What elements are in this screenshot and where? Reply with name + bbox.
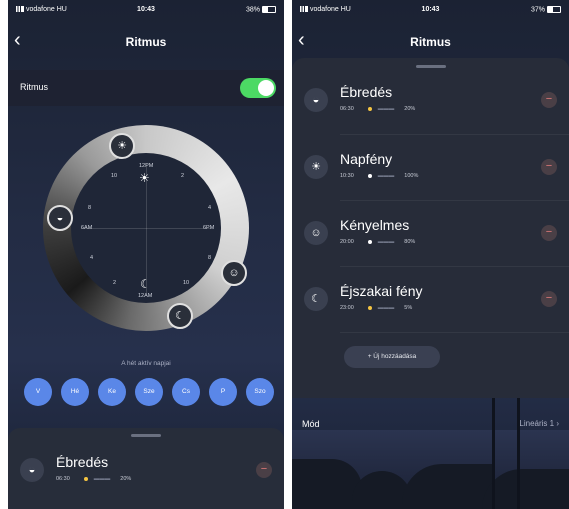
- minus-icon[interactable]: −: [541, 92, 557, 108]
- minus-icon[interactable]: −: [541, 291, 557, 307]
- item-time: 23:00: [340, 305, 354, 311]
- mode-row[interactable]: Mód Lineáris 1 ›: [292, 410, 569, 440]
- item-time: 06:30: [340, 106, 354, 112]
- status-time: 10:43: [137, 6, 155, 13]
- day-toggle[interactable]: Sze: [135, 378, 163, 406]
- day-toggle[interactable]: Hé: [61, 378, 89, 406]
- clock-tick: 4: [90, 255, 94, 261]
- moon-icon: ☾: [304, 287, 328, 311]
- mode-label: Mód: [302, 419, 320, 429]
- nav-bar: ‹ Ritmus: [8, 22, 284, 62]
- clock-label-right: 6PM: [203, 225, 215, 231]
- item-name: Ébredés: [56, 454, 109, 470]
- item-name: Napfény: [340, 151, 393, 167]
- item-time: 10:30: [340, 173, 354, 179]
- sheet-handle[interactable]: [415, 65, 446, 68]
- page-title: Ritmus: [410, 35, 451, 49]
- list-item[interactable]: ☺ Kényelmes 20:00 ▬▬▬ 80% −: [292, 203, 569, 267]
- day-toggle[interactable]: V: [24, 378, 52, 406]
- day-toggle[interactable]: Cs: [172, 378, 200, 406]
- sunrise-icon: ◒: [20, 458, 44, 482]
- right-screen: vodafone HU 10:43 37% ‹ Ritmus ◒ Ébredés…: [292, 0, 569, 509]
- list-item[interactable]: ◒ Ébredés 06:30 ▬▬▬ 20% −: [8, 440, 284, 504]
- moon-icon[interactable]: ☾: [167, 303, 193, 329]
- clock-tick: 4: [208, 205, 212, 211]
- clock-tick: 8: [88, 205, 92, 211]
- item-name: Kényelmes: [340, 217, 410, 233]
- sun-icon: ☀: [304, 155, 328, 179]
- item-level: 20%: [404, 106, 416, 112]
- clock-tick: 10: [111, 173, 118, 179]
- schedule-sheet: ◒ Ébredés 06:30 ▬▬▬ 20% −: [8, 428, 284, 509]
- day-toggle[interactable]: P: [209, 378, 237, 406]
- item-time: 06:30: [56, 476, 70, 482]
- moon-icon: ☾: [140, 277, 151, 291]
- chevron-right-icon: ›: [556, 419, 559, 428]
- status-bar: vodafone HU 10:43 38%: [8, 0, 284, 20]
- battery-percent: 38%: [245, 6, 260, 14]
- weekday-selector: V Hé Ke Sze Cs P Szo: [24, 378, 274, 406]
- item-level: 5%: [404, 305, 413, 311]
- minus-icon[interactable]: −: [541, 225, 557, 241]
- sunrise-icon: ◒: [304, 88, 328, 112]
- sunrise-icon[interactable]: ◒: [47, 205, 73, 231]
- page-title: Ritmus: [125, 35, 167, 49]
- battery-icon: [547, 6, 561, 13]
- list-item[interactable]: ◒ Ébredés 06:30 ▬▬▬ 20% −: [292, 70, 569, 134]
- smile-icon[interactable]: ☺: [221, 260, 247, 286]
- add-new-button[interactable]: + Új hozzáadása: [344, 346, 440, 368]
- minus-icon[interactable]: −: [256, 462, 272, 478]
- background-landscape: [292, 230, 569, 509]
- battery-icon: [262, 6, 276, 13]
- item-level: 100%: [404, 173, 419, 179]
- sun-icon: ☀: [139, 171, 150, 185]
- minus-icon[interactable]: −: [541, 159, 557, 175]
- clock-label-top: 12PM: [139, 163, 154, 169]
- clock-tick: 10: [183, 280, 190, 286]
- battery-percent: 37%: [530, 6, 545, 14]
- schedule-clock: 12PM ☀ 12AM ☾ 6AM 6PM 10 2 8 4 4 8 2 10 …: [43, 125, 249, 331]
- status-bar: vodafone HU 10:43 37%: [292, 0, 569, 20]
- ritmus-toggle[interactable]: [240, 78, 276, 98]
- day-toggle[interactable]: Ke: [98, 378, 126, 406]
- item-level: 20%: [120, 476, 132, 482]
- schedule-sheet: ◒ Ébredés 06:30 ▬▬▬ 20% − ☀ Napfény 10:30 ▬…: [292, 58, 569, 398]
- left-screen: vodafone HU 10:43 38% ‹ Ritmus Ritmus 12…: [8, 0, 284, 509]
- clock-tick: 2: [181, 173, 185, 179]
- sheet-handle[interactable]: [131, 434, 161, 437]
- item-level: 80%: [404, 239, 416, 245]
- list-item[interactable]: ☀ Napfény 10:30 ▬▬▬ 100% −: [292, 137, 569, 201]
- status-time: 10:43: [421, 6, 440, 13]
- ritmus-toggle-label: Ritmus: [20, 82, 49, 92]
- ritmus-toggle-row: Ritmus: [8, 70, 284, 106]
- item-time: 20:00: [340, 239, 354, 245]
- nav-bar: ‹ Ritmus: [292, 22, 569, 62]
- sun-icon[interactable]: ☀: [109, 133, 135, 159]
- clock-tick: 2: [113, 280, 117, 286]
- item-name: Éjszakai fény: [340, 283, 423, 299]
- active-days-label: A hét aktív napjai: [121, 360, 171, 367]
- smile-icon: ☺: [304, 221, 328, 245]
- list-item[interactable]: ☾ Éjszakai fény 23:00 ▬▬▬ 5% −: [292, 269, 569, 333]
- clock-label-bottom: 12AM: [138, 293, 153, 299]
- clock-tick: 8: [208, 255, 212, 261]
- mode-value: Lineáris 1: [519, 419, 555, 428]
- day-toggle[interactable]: Szo: [246, 378, 274, 406]
- item-name: Ébredés: [340, 84, 393, 100]
- clock-label-left: 6AM: [81, 225, 93, 231]
